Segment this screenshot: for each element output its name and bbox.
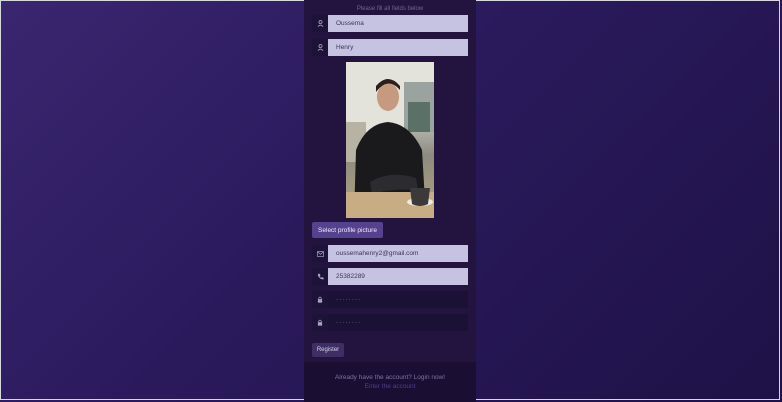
login-prompt: Already have the account? Login now!: [334, 374, 446, 381]
login-link[interactable]: Enter the account: [304, 383, 476, 390]
panel-footer: [304, 362, 476, 402]
first-name-row: [312, 15, 472, 32]
phone-row: [312, 268, 472, 285]
email-row: [312, 245, 472, 262]
password-row: [312, 291, 472, 308]
profile-picture-preview: [346, 62, 434, 218]
select-profile-picture-button[interactable]: Select profile picture: [312, 222, 383, 238]
confirm-password-field[interactable]: [328, 314, 468, 331]
first-name-input[interactable]: [328, 15, 468, 32]
password-field[interactable]: [328, 291, 468, 308]
phone-field[interactable]: [328, 268, 468, 285]
register-panel: Please fill all fields below Select prof…: [304, 0, 476, 402]
register-button[interactable]: Register: [312, 343, 344, 357]
lock-icon: [312, 291, 328, 308]
email-field[interactable]: [328, 245, 468, 262]
form-hint: Please fill all fields below: [356, 6, 424, 12]
phone-icon: [312, 268, 328, 285]
envelope-icon: [312, 245, 328, 262]
last-name-row: [312, 39, 472, 56]
confirm-password-row: [312, 314, 472, 331]
last-name-input[interactable]: [328, 39, 468, 56]
lock-icon: [312, 314, 328, 331]
user-icon: [312, 15, 328, 32]
user-icon: [312, 39, 328, 56]
